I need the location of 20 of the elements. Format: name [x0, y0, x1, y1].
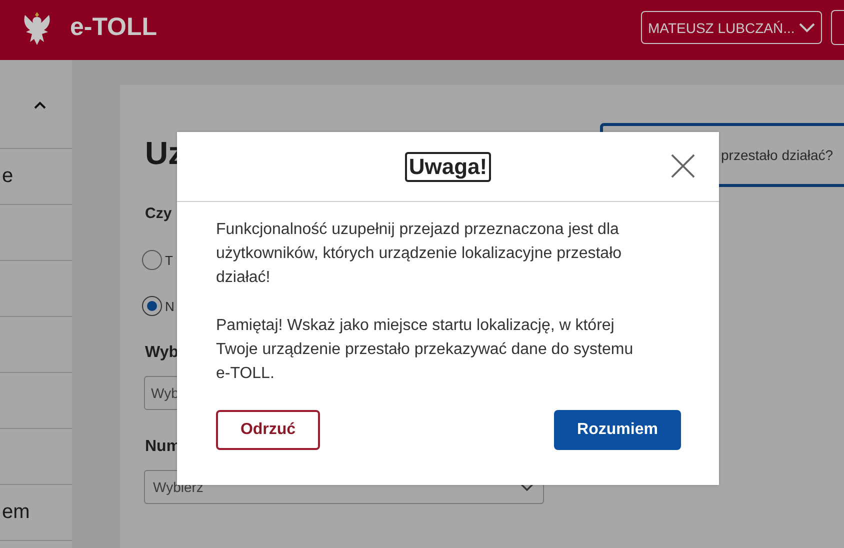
sidebar-item[interactable]: em — [2, 501, 30, 524]
option-label: T — [165, 252, 173, 268]
modal-button[interactable]: Odrzuć — [216, 410, 320, 450]
modal-text: Funkcjonalność uzupełnij przejazd przeznaczona jest dla użytkowników, których urządzenie lokalizacyjne przestało działać! — [216, 220, 623, 288]
sidebar-item[interactable]: e — [2, 165, 14, 188]
logo-text: e-TOLL — [70, 12, 158, 42]
header-button[interactable] — [831, 10, 844, 45]
radio-button[interactable] — [142, 296, 162, 316]
user-menu[interactable]: MATEUSZ LUBCZAŃ... — [641, 11, 822, 44]
field-label: Wyb — [145, 344, 178, 362]
info-text: przestało działać? — [721, 147, 834, 163]
question-label: Czy — [145, 205, 172, 222]
option-label: N — [165, 298, 174, 314]
modal-text: Pamiętaj! Wskaż jako miejsce startu lokalizację, w której Twoje urządzenie przestało przekazywać dane do systemu e-TOLL. — [216, 316, 634, 384]
modal-title: Uwaga! — [404, 152, 492, 182]
radio-button[interactable] — [142, 250, 162, 270]
modal-button[interactable]: Rozumiem — [554, 410, 681, 450]
chevron-up-icon[interactable] — [34, 101, 46, 109]
close-icon[interactable] — [671, 154, 695, 178]
chevron-down-icon — [799, 22, 815, 32]
